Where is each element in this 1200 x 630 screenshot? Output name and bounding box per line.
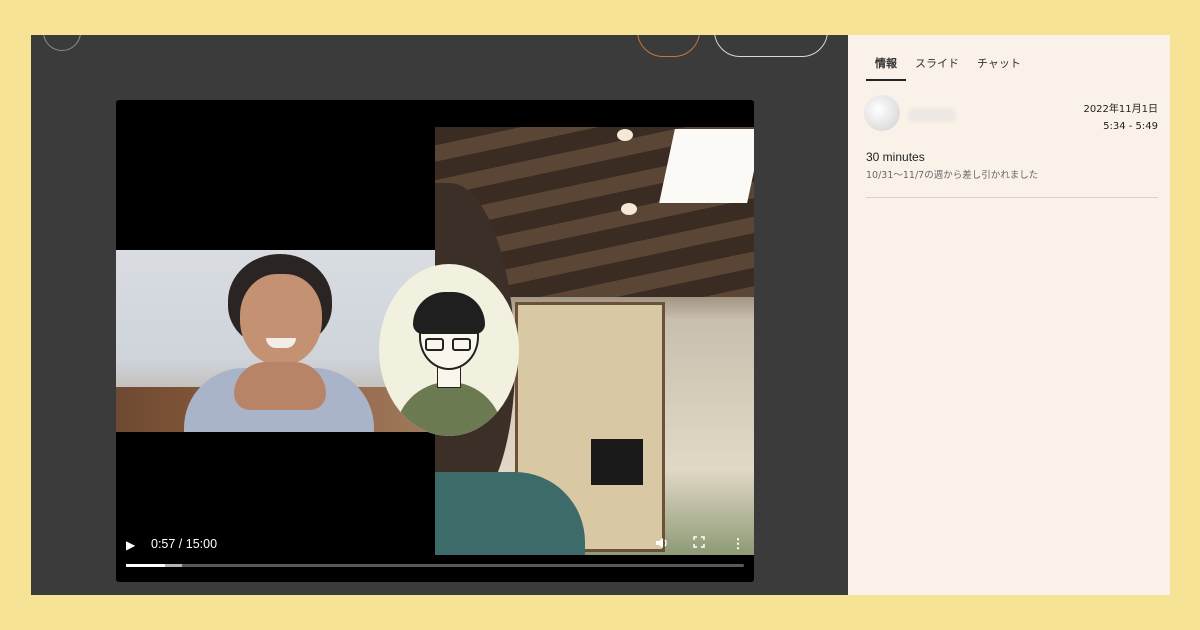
person-face [240,274,322,366]
glasses-lens-left [425,338,444,351]
television [591,439,643,485]
tab-chat[interactable]: チャット [968,53,1030,81]
glasses-lens-right [452,338,471,351]
app-window: ▶ 0:57 / 15:00 ⋮ 情報 スライド チャット 2022年11月1日… [31,35,1170,595]
player-controls: ▶ 0:57 / 15:00 ⋮ [116,522,754,582]
session-time-range: 5:34 - 5:49 [1103,121,1158,132]
back-button[interactable] [43,35,81,51]
deduction-note: 10/31〜11/7の週から差し引かれました [866,170,1039,181]
divider [866,197,1158,198]
session-duration: 30 minutes [866,150,925,164]
action-button-outline[interactable] [714,35,828,57]
video-stage: ▶ 0:57 / 15:00 ⋮ [31,35,848,595]
avatar [864,95,900,131]
avatar-glasses [425,338,473,352]
play-icon[interactable]: ▶ [126,538,140,552]
avatar-hair [413,292,485,334]
more-icon[interactable]: ⋮ [730,536,746,552]
time-display: 0:57 / 15:00 [151,537,218,551]
video-player[interactable]: ▶ 0:57 / 15:00 ⋮ [116,100,754,582]
spotlight [617,129,633,141]
session-datetime: 2022年11月1日 5:34 - 5:49 [1083,101,1158,135]
info-panel: 情報 スライド チャット 2022年11月1日 5:34 - 5:49 30 m… [848,35,1170,595]
tab-slides[interactable]: スライド [906,53,968,81]
tab-info[interactable]: 情報 [866,53,906,81]
person-hands [234,362,326,410]
participant-name-blurred [908,108,956,122]
progress-played [126,564,165,567]
panel-tabs: 情報 スライド チャット [866,53,1030,81]
avatar-body [395,382,503,436]
fullscreen-icon[interactable] [691,536,707,552]
spotlight [621,203,637,215]
session-date: 2022年11月1日 [1083,104,1158,115]
avatar-illustration [379,264,519,436]
volume-icon[interactable] [654,536,670,552]
action-button-orange[interactable] [637,35,700,57]
progress-bar[interactable] [126,564,744,567]
ceiling-light [659,129,754,203]
